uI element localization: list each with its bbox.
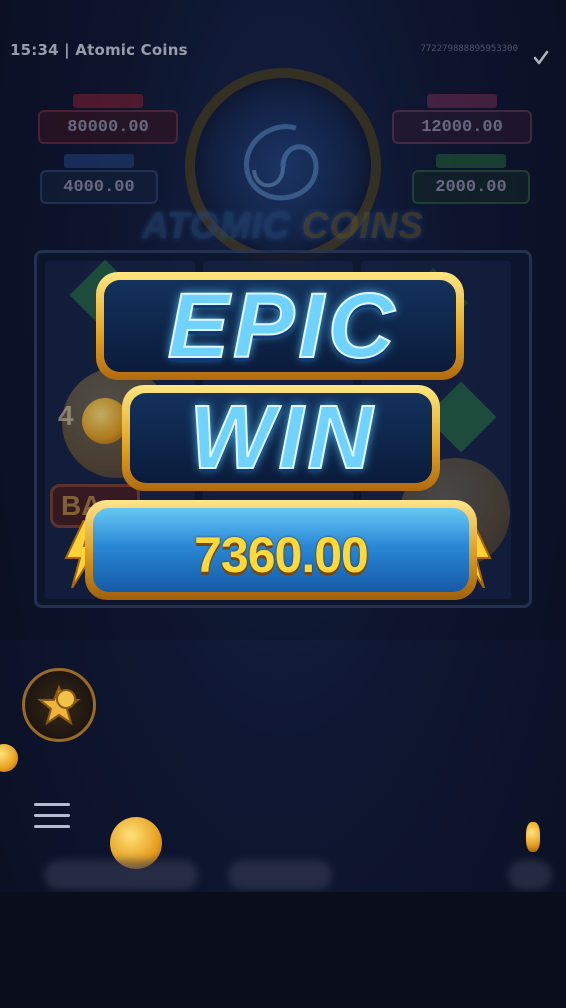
win-amount-banner: 7360.00: [85, 500, 477, 600]
win-amount-banner-inner: 7360.00: [93, 508, 469, 592]
balance-control-pill[interactable]: [228, 860, 332, 890]
bet-control-pill[interactable]: [44, 860, 198, 890]
bottom-panel: [0, 892, 566, 1008]
favorite-button[interactable]: [22, 668, 96, 742]
win-label: WIN: [189, 387, 377, 489]
win-text: WIN: [0, 385, 566, 491]
star-coin-icon: [37, 685, 81, 726]
win-amount: 7360.00: [194, 527, 369, 583]
spin-control-pill[interactable]: [508, 860, 552, 890]
epic-label: EPIC: [167, 274, 399, 378]
coin-icon: [526, 822, 540, 852]
epic-text: EPIC: [0, 272, 566, 380]
hamburger-menu-icon[interactable]: [34, 803, 70, 831]
